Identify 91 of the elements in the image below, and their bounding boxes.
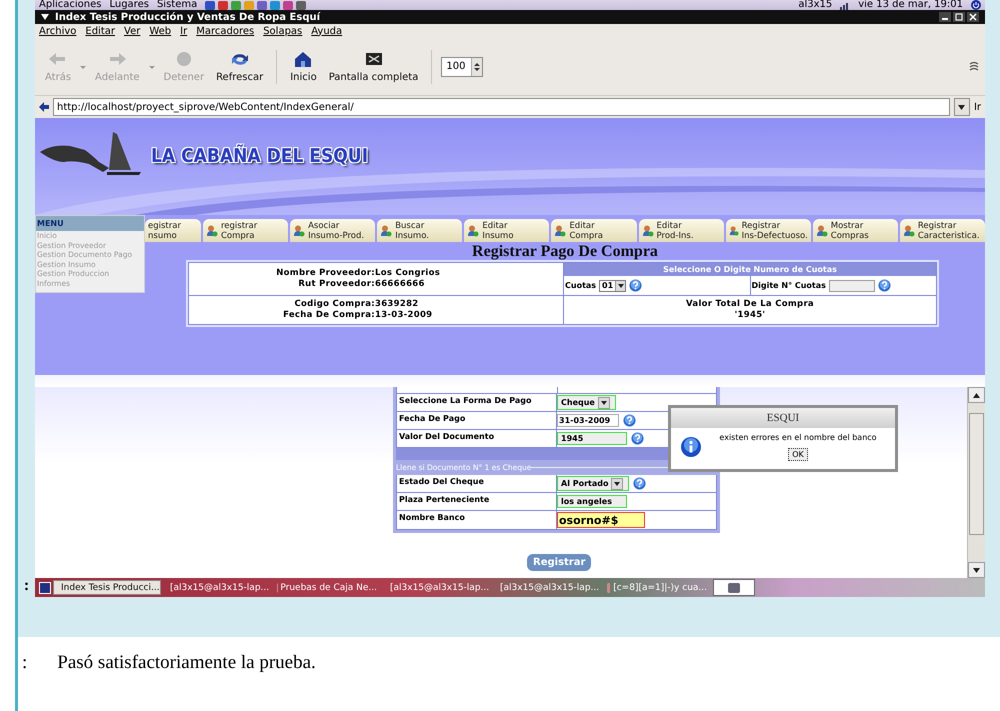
help-icon[interactable] — [878, 279, 891, 292]
taskbar-item[interactable] — [713, 579, 755, 596]
toolbar-button[interactable]: Inicio — [286, 48, 321, 85]
menu-item[interactable]: Solapas — [263, 26, 302, 36]
zoom-field[interactable]: 100 — [441, 56, 484, 76]
colon-marker: : — [24, 577, 30, 595]
caret-icon — [618, 284, 624, 288]
app-launcher-icon[interactable] — [205, 0, 216, 10]
go-button[interactable]: Ir — [974, 102, 981, 112]
help-icon[interactable] — [623, 414, 636, 427]
section-header: Seleccione O Digite Numero de Cuotas — [564, 263, 936, 276]
help-icon[interactable] — [633, 477, 646, 490]
field-label: Digite N° Cuotas — [752, 281, 826, 290]
tab[interactable]: egistrar nsumo — [145, 219, 201, 242]
field-value: 13-03-2009 — [375, 310, 434, 321]
help-icon[interactable] — [631, 432, 644, 445]
dialog-message: existen errores en el nombre del banco — [719, 433, 877, 442]
menu-item[interactable]: Archivo — [39, 26, 76, 36]
field-value: Los Congrios — [375, 268, 442, 279]
minimize-icon[interactable] — [939, 12, 951, 22]
show-desktop-icon[interactable] — [39, 582, 51, 594]
taskbar-item[interactable]: [al3x15@al3x15-lap... — [383, 580, 491, 595]
arrow-icon — [39, 102, 49, 112]
input-field[interactable]: 31-03-2009 — [557, 414, 619, 427]
info-icon — [681, 437, 701, 457]
tab[interactable]: Asociar Insumo-Prod. — [290, 219, 376, 242]
input-field[interactable]: osorno#$ — [557, 512, 645, 528]
throbber-icon — [969, 60, 979, 72]
app-launcher-icon[interactable] — [218, 0, 228, 10]
taskbar-item[interactable]: [al3x15@al3x15-lap... — [163, 580, 271, 595]
dialog-title: ESQUI — [671, 408, 895, 428]
field-label: Codigo Compra: — [293, 299, 375, 310]
window-title: Index Tesis Producción y Ventas De Ropa Esquí — [55, 12, 320, 22]
page-heading: Registrar Pago De Compra — [471, 242, 659, 262]
scrollbar[interactable] — [967, 387, 985, 578]
toolbar-button[interactable]: Refrescar — [212, 48, 268, 85]
caret-icon — [614, 482, 620, 486]
taskbar-item[interactable]: Index Tesis Producci... — [53, 580, 161, 595]
menu-item[interactable]: Ir — [180, 26, 188, 36]
ok-button[interactable]: OK — [788, 448, 808, 461]
taskbar-item[interactable]: Pruebas de Caja Ne... — [273, 580, 381, 595]
caption-marker: : — [22, 652, 28, 675]
menu-item[interactable]: Ayuda — [311, 26, 342, 36]
caret-icon — [958, 104, 966, 110]
scroll-down-icon[interactable] — [973, 568, 980, 572]
tab[interactable]: Mostrar Compras — [812, 219, 898, 242]
field-label: Nombre Proveedor: — [275, 268, 375, 279]
menu-item[interactable]: Ver — [124, 26, 140, 36]
app-launcher-icon[interactable] — [296, 0, 306, 10]
field-label: Rut Proveedor: — [297, 279, 375, 290]
logo-text: LA CABAÑA DEL ESQUI — [151, 145, 368, 167]
field-label: Cuotas — [565, 281, 596, 290]
menu-title: MENU — [36, 216, 144, 231]
field-value: 3639282 — [375, 299, 420, 310]
power-icon[interactable] — [971, 0, 981, 10]
help-icon[interactable] — [629, 279, 642, 292]
tab[interactable]: Buscar Insumo. — [377, 219, 462, 242]
tab[interactable]: Editar Insumo — [464, 219, 550, 242]
window-menu-icon[interactable] — [41, 14, 49, 20]
scroll-up-icon[interactable] — [973, 392, 980, 398]
taskbar-item[interactable]: [al3x15@al3x15-lap... — [493, 580, 601, 595]
tab[interactable]: Registrar Caracteristica. — [900, 219, 985, 242]
toolbar-button[interactable]: Pantalla completa — [324, 48, 422, 85]
field-value: 66666666 — [375, 279, 426, 290]
url-dropdown-button[interactable] — [954, 98, 970, 116]
signal-icon — [840, 0, 850, 10]
maximize-icon[interactable] — [953, 12, 965, 22]
caret-icon — [600, 400, 607, 404]
input-field[interactable]: 1945 — [557, 432, 627, 445]
menu-item[interactable]: Editar — [85, 26, 115, 36]
tab[interactable]: Editar Compra — [551, 219, 637, 242]
app-launcher-icon[interactable] — [283, 0, 294, 10]
panel-menu[interactable]: Lugares — [109, 0, 149, 10]
installments-input[interactable] — [828, 280, 875, 292]
select-field[interactable]: Al Portado — [557, 476, 630, 491]
menu-item[interactable]: Marcadores — [196, 26, 254, 36]
tab[interactable]: registrar Compra — [203, 219, 288, 242]
taskbar-item[interactable]: [c=8][a=1]|-)y cua... — [603, 580, 711, 595]
url-field[interactable]: http://localhost/proyect_siprove/WebContent/IndexGeneral/ — [53, 98, 950, 116]
caption-text: Pasó satisfactoriamente la prueba. — [57, 652, 316, 675]
app-launcher-icon[interactable] — [257, 0, 268, 10]
total-value: '1945' — [734, 310, 766, 321]
input-field[interactable]: los angeles — [557, 495, 627, 508]
select-field[interactable]: Cheque — [557, 395, 616, 410]
close-icon[interactable] — [967, 12, 979, 22]
tab[interactable]: Editar Prod-Ins. — [638, 219, 724, 242]
installments-select[interactable]: 01 — [599, 280, 626, 292]
menu-item[interactable]: Web — [149, 26, 172, 36]
field-label: Fecha De Compra: — [282, 310, 375, 321]
tab[interactable]: Registrar Ins-Defectuoso. — [726, 219, 811, 242]
total-label: Valor Total De La Compra — [685, 299, 815, 310]
